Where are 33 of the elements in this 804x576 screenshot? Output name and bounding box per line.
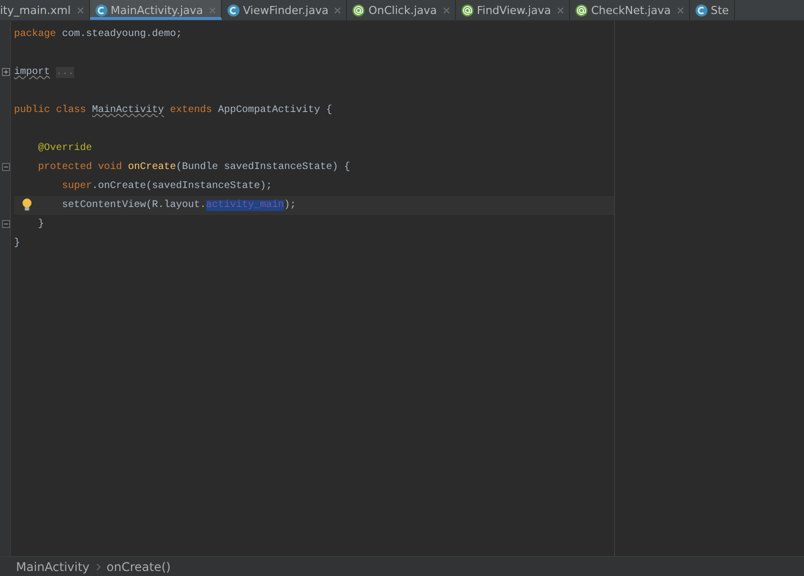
code-line: @Override	[37, 142, 94, 156]
breadcrumb[interactable]: MainActivity	[16, 560, 90, 574]
close-icon[interactable]	[442, 6, 450, 14]
file-tab[interactable]: CheckNet.java	[570, 0, 690, 20]
close-icon[interactable]	[676, 6, 684, 14]
close-icon[interactable]	[209, 6, 216, 14]
file-tab[interactable]: FindView.java	[456, 0, 570, 20]
file-tab[interactable]: ViewFinder.java	[222, 0, 348, 20]
fold-end-icon[interactable]	[2, 220, 10, 228]
code-line: protected void onCreate(Bundle savedInstanceState) {	[37, 160, 352, 175]
file-tab[interactable]: MainActivity.java	[90, 0, 222, 20]
class-icon	[694, 4, 708, 16]
annotation-icon	[352, 4, 366, 16]
lightbulb-icon[interactable]	[21, 198, 33, 212]
code-line: }	[14, 236, 22, 251]
code-line: }	[37, 218, 46, 232]
annotation-icon	[575, 4, 588, 16]
code-line: public class MainActivity extends AppCompatActivity {	[14, 104, 334, 118]
expand-icon[interactable]	[2, 68, 10, 76]
annotation-icon	[460, 4, 474, 16]
code-line: import ...	[14, 66, 76, 80]
close-icon[interactable]	[76, 6, 84, 14]
code-line: package com.steadyoung.demo;	[14, 28, 184, 42]
file-tab[interactable]: OnClick.java	[347, 0, 456, 20]
collapse-icon[interactable]	[2, 163, 10, 171]
code-line: super.onCreate(savedInstanceState);	[61, 180, 274, 194]
close-icon[interactable]	[334, 6, 342, 14]
breadcrumb[interactable]: onCreate()	[106, 560, 171, 574]
file-tab[interactable]: Ste	[690, 0, 735, 20]
class-icon	[227, 4, 240, 16]
close-icon[interactable]	[557, 6, 564, 14]
chevron-icon	[96, 562, 101, 570]
class-icon	[94, 4, 108, 16]
